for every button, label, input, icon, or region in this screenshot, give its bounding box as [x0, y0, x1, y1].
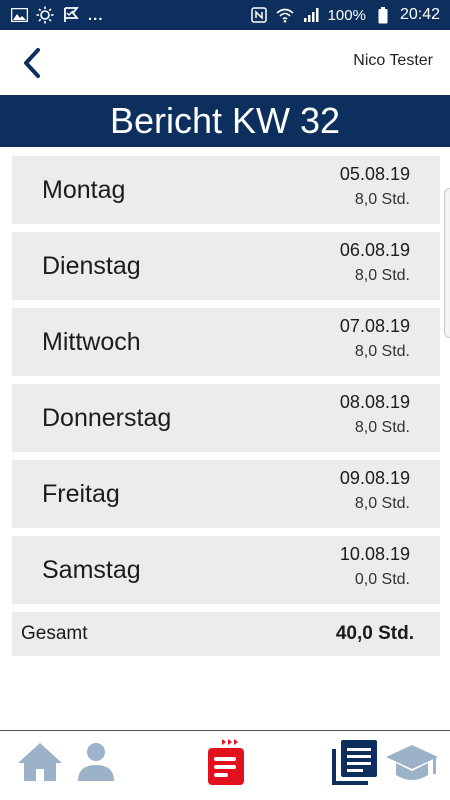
chevron-left-icon — [24, 48, 40, 78]
check-flag-icon — [62, 6, 80, 24]
day-hours: 0,0 Std. — [354, 571, 410, 588]
day-date: 07.08.19 — [339, 316, 410, 336]
status-bar: ... 100% 20:42 — [0, 0, 450, 30]
nav-home-button[interactable] — [16, 739, 64, 788]
status-bar-right: 100% 20:42 — [250, 6, 440, 24]
documents-icon — [332, 740, 377, 785]
day-row-mittwoch[interactable]: Mittwoch 07.08.19 8,0 Std. — [12, 308, 440, 376]
day-date: 05.08.19 — [339, 164, 410, 184]
clock-time: 20:42 — [399, 6, 440, 23]
bottom-nav — [0, 730, 450, 800]
day-date: 06.08.19 — [339, 240, 410, 260]
day-row-samstag[interactable]: Samstag 10.08.19 0,0 Std. — [12, 536, 440, 604]
day-date: 10.08.19 — [339, 544, 410, 564]
day-name: Dienstag — [42, 252, 141, 280]
app-bar: Nico Tester — [0, 30, 450, 95]
day-name: Mittwoch — [42, 328, 141, 356]
status-overflow: ... — [88, 6, 104, 24]
day-row-donnerstag[interactable]: Donnerstag 08.08.19 8,0 Std. — [12, 384, 440, 452]
day-name: Freitag — [42, 480, 120, 508]
day-name: Donnerstag — [42, 404, 172, 432]
day-name: Samstag — [42, 556, 141, 584]
day-list: Montag 05.08.19 8,0 Std. Dienstag 06.08.… — [12, 156, 440, 656]
edge-panel-handle[interactable] — [444, 188, 450, 338]
sun-icon — [36, 6, 54, 24]
day-hours: 8,0 Std. — [354, 343, 410, 360]
graduation-cap-icon — [386, 745, 438, 780]
back-button[interactable] — [18, 46, 48, 80]
day-row-dienstag[interactable]: Dienstag 06.08.19 8,0 Std. — [12, 232, 440, 300]
total-row: Gesamt 40,0 Std. — [12, 612, 440, 656]
day-hours: 8,0 Std. — [354, 191, 410, 208]
day-hours: 8,0 Std. — [354, 419, 410, 436]
day-row-freitag[interactable]: Freitag 09.08.19 8,0 Std. — [12, 460, 440, 528]
home-icon — [18, 743, 62, 781]
nfc-icon — [250, 6, 268, 24]
total-label: Gesamt — [21, 623, 88, 644]
nav-profile-button[interactable] — [74, 739, 118, 788]
day-name: Montag — [42, 176, 126, 204]
user-name[interactable]: Nico Tester — [353, 52, 433, 70]
signal-icon — [302, 6, 320, 24]
battery-icon — [374, 6, 392, 24]
nav-report-button[interactable] — [204, 737, 248, 792]
wifi-icon — [276, 6, 294, 24]
day-hours: 8,0 Std. — [354, 267, 410, 284]
nav-documents-button[interactable] — [330, 737, 380, 792]
report-icon — [208, 739, 244, 785]
day-date: 08.08.19 — [339, 392, 410, 412]
day-hours: 8,0 Std. — [354, 495, 410, 512]
user-icon — [78, 743, 114, 781]
day-date: 09.08.19 — [339, 468, 410, 488]
status-bar-left: ... — [10, 6, 104, 24]
total-value: 40,0 Std. — [335, 623, 414, 644]
page-title: Bericht KW 32 — [0, 95, 450, 147]
battery-text: 100% — [327, 6, 366, 24]
nav-learning-button[interactable] — [384, 741, 440, 790]
day-row-montag[interactable]: Montag 05.08.19 8,0 Std. — [12, 156, 440, 224]
image-icon — [10, 6, 28, 24]
